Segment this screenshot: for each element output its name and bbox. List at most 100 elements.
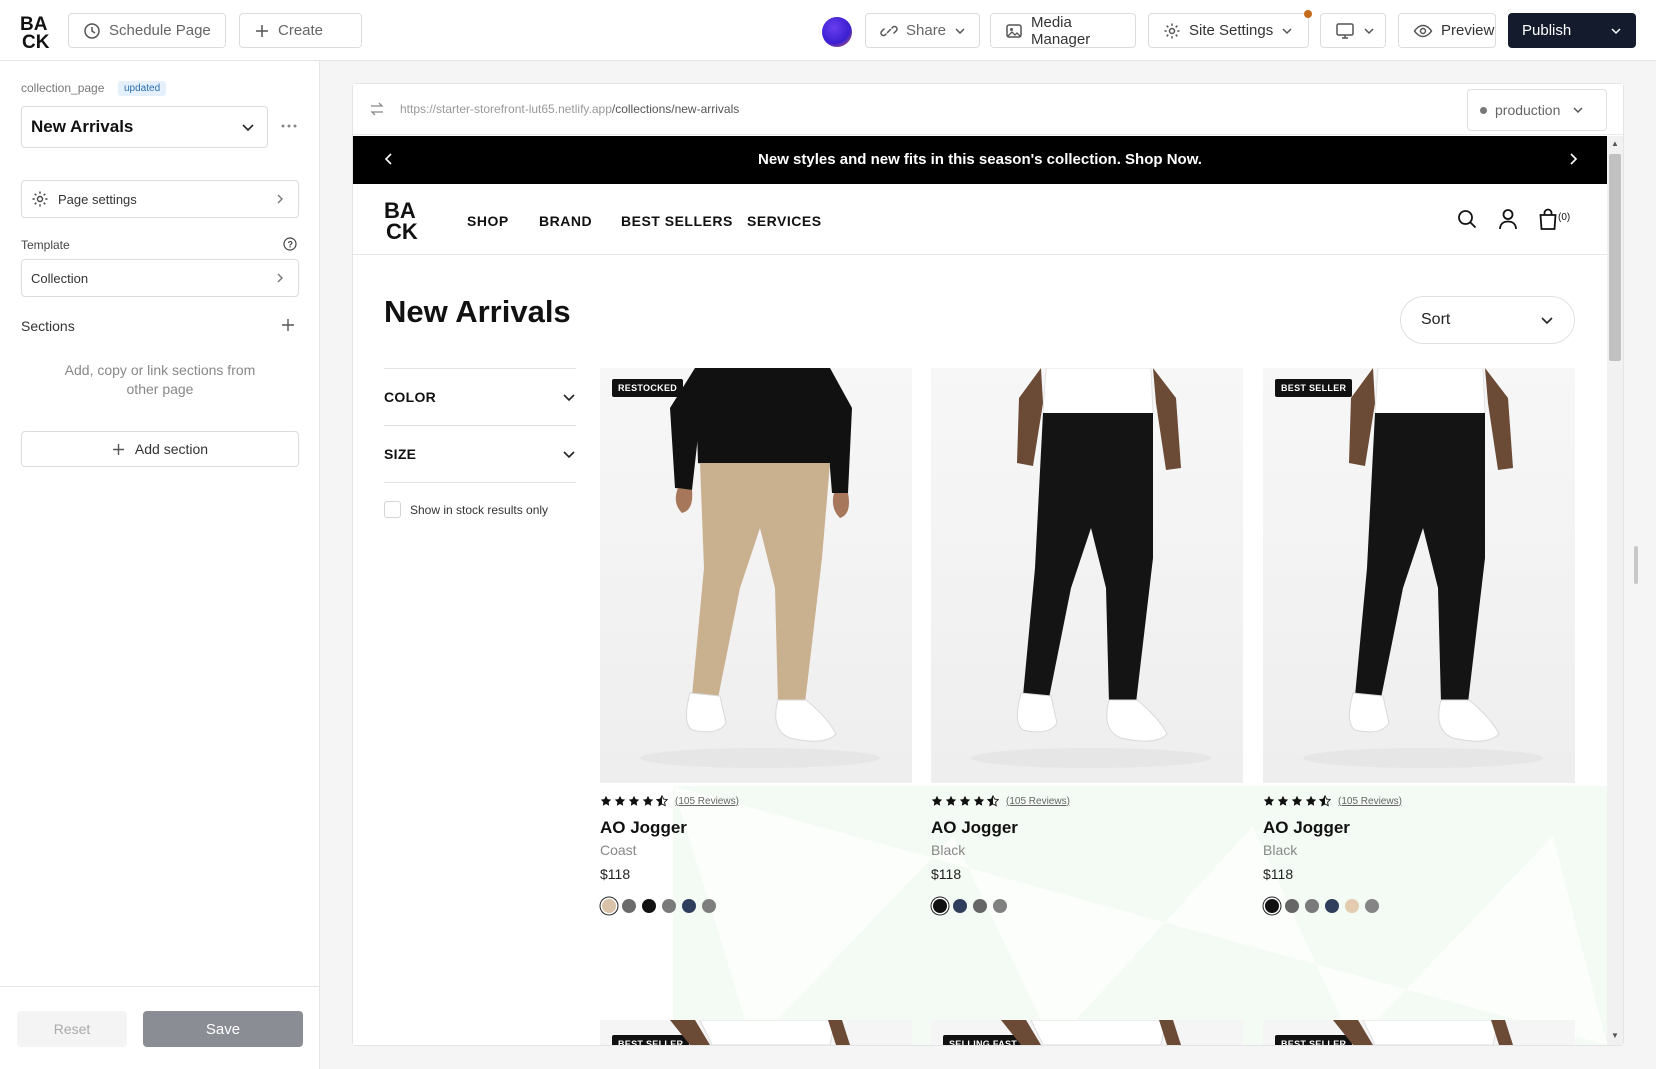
save-button[interactable]: Save <box>143 1011 303 1047</box>
nav-brand[interactable]: BRAND <box>539 213 592 229</box>
product-title[interactable]: AO Jogger <box>600 818 687 838</box>
reset-label: Reset <box>53 1021 91 1037</box>
star-icon <box>1305 795 1317 806</box>
color-swatch[interactable] <box>933 899 947 913</box>
notification-dot <box>1304 10 1312 18</box>
url-path: /collections/new-arrivals <box>611 102 740 116</box>
chevron-right-icon[interactable] <box>1566 152 1580 171</box>
reset-button[interactable]: Reset <box>17 1011 127 1047</box>
image-icon <box>1006 23 1022 38</box>
product-color: Black <box>1263 842 1298 858</box>
help-icon[interactable]: ? <box>283 237 297 256</box>
schedule-page-button[interactable]: Schedule Page <box>68 13 226 48</box>
product-image[interactable]: BEST SELLER <box>1263 368 1575 783</box>
color-swatch[interactable] <box>602 899 616 913</box>
publish-button[interactable]: Publish <box>1508 13 1636 48</box>
media-manager-button[interactable]: Media Manager <box>990 13 1136 48</box>
filter-size[interactable]: SIZE <box>384 425 576 482</box>
canvas-resize-handle[interactable] <box>1634 546 1638 584</box>
environment-dot <box>1480 106 1487 114</box>
color-swatch[interactable] <box>973 899 987 913</box>
filter-color[interactable]: COLOR <box>384 368 576 425</box>
share-label: Share <box>906 22 947 39</box>
in-stock-checkbox-row[interactable]: Show in stock results only <box>384 501 548 518</box>
chevron-down-icon <box>955 27 965 34</box>
in-stock-checkbox[interactable] <box>384 501 401 518</box>
color-swatch[interactable] <box>642 899 656 913</box>
url-text[interactable]: https://starter-storefront-lut65.netlify… <box>400 102 739 116</box>
nav-best-sellers[interactable]: BEST SELLERS <box>621 213 733 229</box>
product-badge: RESTOCKED <box>612 379 684 397</box>
color-swatch[interactable] <box>622 899 636 913</box>
store-logo[interactable]: BA CK <box>384 198 420 245</box>
product-card-next-3[interactable]: BEST SELLER <box>1263 1020 1575 1045</box>
template-select[interactable]: Collection <box>21 259 299 297</box>
product-image[interactable]: RESTOCKED <box>600 368 912 783</box>
color-swatch[interactable] <box>993 899 1007 913</box>
in-stock-label: Show in stock results only <box>410 502 549 517</box>
user-avatar[interactable] <box>822 17 852 47</box>
scrollbar-thumb[interactable] <box>1609 154 1621 361</box>
device-preview-toggle[interactable] <box>1320 13 1386 48</box>
product-card-next-2[interactable]: SELLING FAST <box>931 1020 1243 1045</box>
gear-icon <box>32 191 48 207</box>
url-base: https://starter-storefront-lut65.netlify… <box>400 102 612 116</box>
reviews-link[interactable]: (105 Reviews) <box>1338 796 1402 807</box>
color-swatch[interactable] <box>1285 899 1299 913</box>
clock-icon <box>84 22 100 39</box>
color-swatch[interactable] <box>702 899 716 913</box>
color-swatch[interactable] <box>1305 899 1319 913</box>
cart-button[interactable]: (0) <box>1538 208 1570 230</box>
product-card-next-1[interactable]: BEST SELLER <box>600 1020 912 1045</box>
scroll-up-icon[interactable]: ▲ <box>1611 139 1619 148</box>
page-settings-row[interactable]: Page settings <box>21 180 299 218</box>
star-icon <box>1291 795 1303 806</box>
site-settings-button[interactable]: Site Settings <box>1148 13 1309 48</box>
svg-text:CK: CK <box>22 32 50 49</box>
page-type-label: collection_page <box>21 81 105 95</box>
page-select[interactable]: New Arrivals <box>21 106 268 148</box>
more-options-icon[interactable] <box>280 117 298 140</box>
color-swatch[interactable] <box>1345 899 1359 913</box>
product-photo <box>1303 368 1543 768</box>
reviews-link[interactable]: (105 Reviews) <box>1006 796 1070 807</box>
product-price: $118 <box>600 866 631 882</box>
color-swatch[interactable] <box>953 899 967 913</box>
nav-services[interactable]: SERVICES <box>747 213 822 229</box>
app-logo[interactable]: BA CK <box>20 13 52 53</box>
monitor-icon <box>1336 22 1354 39</box>
sort-select[interactable]: Sort <box>1400 296 1575 344</box>
link-icon <box>880 25 898 36</box>
reviews-link[interactable]: (105 Reviews) <box>675 796 739 807</box>
environment-select[interactable]: production <box>1467 89 1607 131</box>
color-swatch[interactable] <box>1325 899 1339 913</box>
product-image[interactable] <box>931 368 1243 783</box>
star-icon <box>614 795 626 806</box>
star-icon <box>1277 795 1289 806</box>
account-icon[interactable] <box>1498 208 1518 235</box>
filter-size-label: SIZE <box>384 446 417 462</box>
add-section-plus-icon[interactable] <box>281 318 295 337</box>
cart-count: (0) <box>1558 212 1571 223</box>
product-title[interactable]: AO Jogger <box>1263 818 1350 838</box>
add-section-button[interactable]: Add section <box>21 431 299 467</box>
star-icon <box>628 795 640 806</box>
color-swatch[interactable] <box>1265 899 1279 913</box>
template-value: Collection <box>31 270 89 286</box>
publish-label: Publish <box>1522 22 1572 39</box>
scroll-down-icon[interactable]: ▼ <box>1611 1031 1619 1040</box>
create-button[interactable]: Create <box>239 13 362 48</box>
announcement-text[interactable]: New styles and new fits in this season's… <box>353 151 1607 168</box>
color-swatch[interactable] <box>1365 899 1379 913</box>
color-swatch[interactable] <box>662 899 676 913</box>
preview-button[interactable]: Preview <box>1398 13 1496 48</box>
search-icon[interactable] <box>1457 209 1477 234</box>
color-swatch[interactable] <box>682 899 696 913</box>
product-title[interactable]: AO Jogger <box>931 818 1018 838</box>
page-settings-label: Page settings <box>58 191 137 207</box>
product-color: Black <box>931 842 966 858</box>
nav-shop[interactable]: SHOP <box>467 213 509 229</box>
half-star-icon <box>1319 795 1331 807</box>
share-button[interactable]: Share <box>865 13 980 48</box>
swap-arrows-icon[interactable] <box>369 101 385 122</box>
